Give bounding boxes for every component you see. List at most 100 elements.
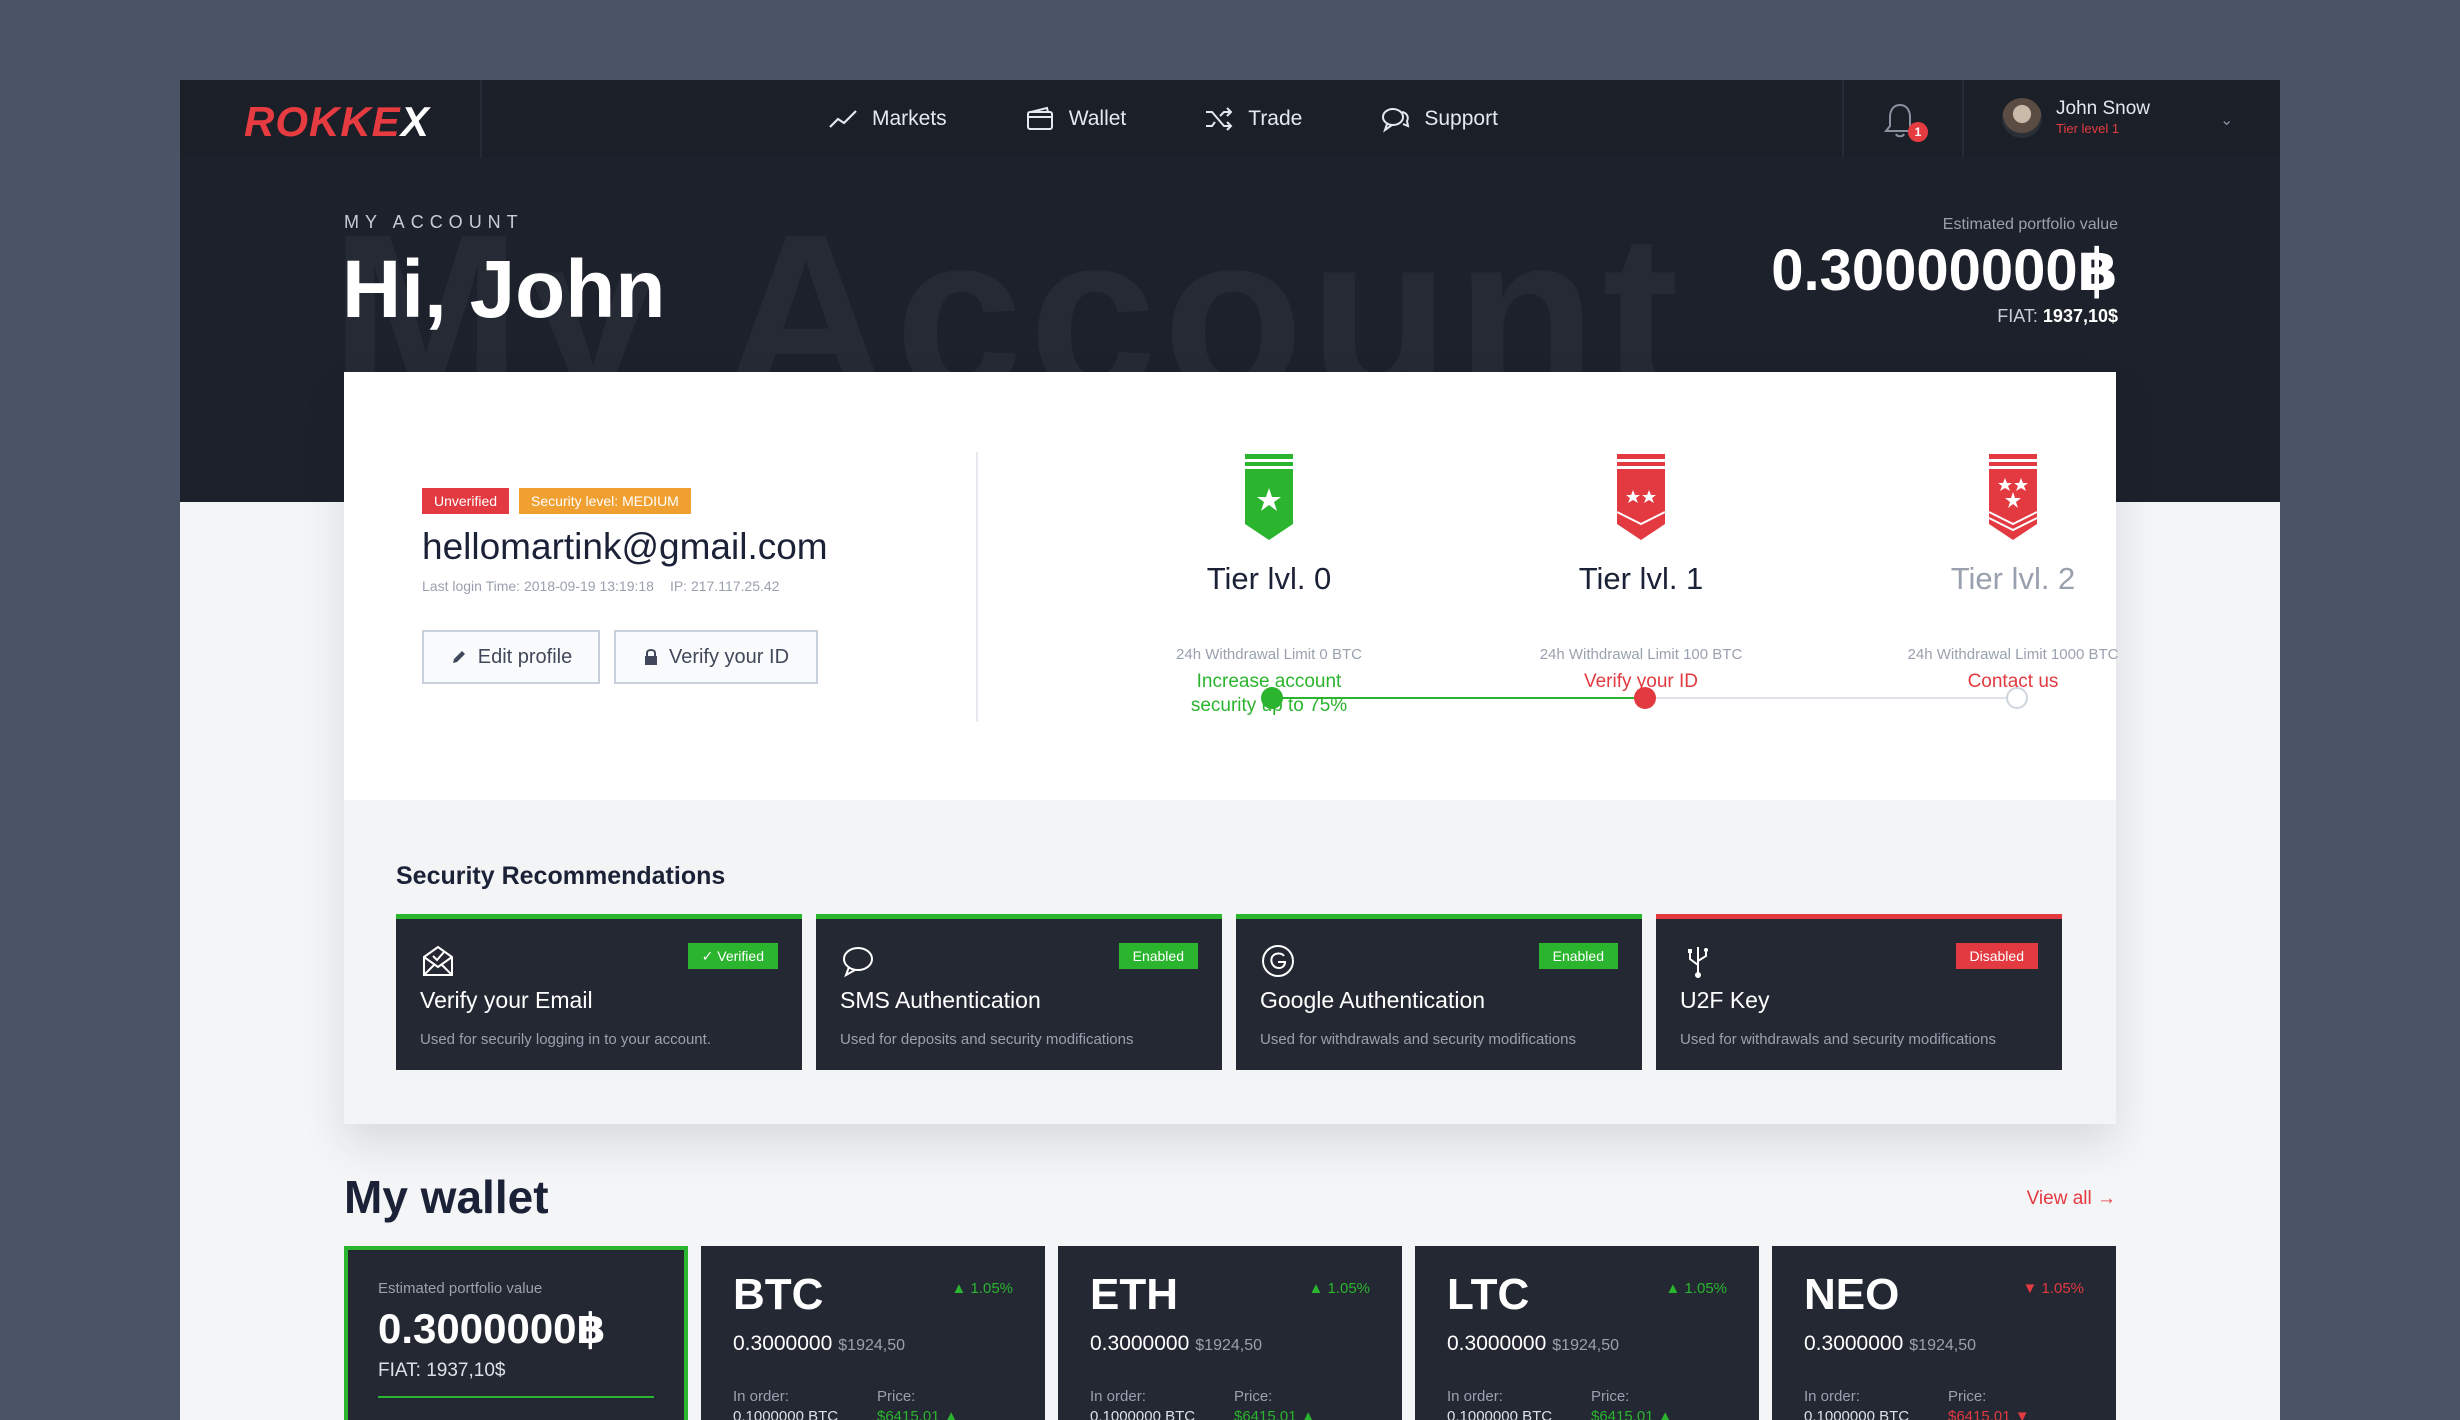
in-order-value: 0.1000000 BTC xyxy=(1447,1408,1553,1420)
pencil-icon xyxy=(452,651,465,663)
app-frame: ROKKEX Markets Wallet Trade Support 1 Jo… xyxy=(180,80,2280,1420)
coin-balance: 0.3000000 xyxy=(1090,1332,1190,1355)
envelope-icon xyxy=(423,945,453,976)
tier-1-dot xyxy=(1634,687,1656,709)
last-login: Last login Time: 2018-09-19 13:19:18 xyxy=(422,578,654,594)
chat-bubbles-icon xyxy=(1382,108,1410,133)
nav-item-markets[interactable]: Markets xyxy=(828,105,947,133)
coin-balance-line: 0.3000000 $1924,50 xyxy=(733,1332,905,1356)
wallet-coin-card[interactable]: LTC ▲ 1.05% 0.3000000 $1924,50 In order: … xyxy=(1415,1246,1759,1420)
portfolio-label: Estimated portfolio value xyxy=(1942,216,2118,233)
nav-item-support[interactable]: Support xyxy=(1380,105,1498,133)
usb-icon xyxy=(1688,947,1708,978)
wallet-coin-card[interactable]: ETH ▲ 1.05% 0.3000000 $1924,50 In order: … xyxy=(1058,1246,1402,1420)
security-card-email[interactable]: ✓ Verified Verify your Email Used for se… xyxy=(396,914,802,1070)
user-tier: Tier level 1 xyxy=(2056,121,2120,136)
verify-id-label: Verify your ID xyxy=(668,645,790,668)
nav-divider xyxy=(1842,80,1844,158)
security-level-badge: Security level: MEDIUM xyxy=(519,488,691,514)
lock-icon xyxy=(644,649,657,665)
coin-change: ▲ 1.05% xyxy=(1665,1280,1727,1297)
edit-profile-label: Edit profile xyxy=(477,645,573,668)
coin-change: ▲ 1.05% xyxy=(951,1280,1013,1297)
google-icon xyxy=(1262,945,1294,977)
status-badge: Enabled xyxy=(1538,943,1618,969)
security-card-title: SMS Authentication xyxy=(840,987,1041,1013)
fiat-value: 1937,10$ xyxy=(2042,306,2118,326)
security-card-desc: Used for withdrawals and security modifi… xyxy=(1680,1031,1996,1048)
nav-item-label: Wallet xyxy=(1068,107,1127,130)
logo[interactable]: ROKKEX xyxy=(244,98,430,146)
chevron-down-icon[interactable]: ⌄ xyxy=(2220,110,2233,130)
fiat-value: FIAT: 1937,10$ xyxy=(378,1360,506,1381)
portfolio-summary: Estimated portfolio value 0.30000000฿ FI… xyxy=(1771,216,2118,327)
edit-profile-button[interactable]: Edit profile xyxy=(422,630,600,684)
status-badge: Unverified xyxy=(422,488,510,514)
tier-progress-remaining xyxy=(1635,697,2007,699)
security-card-desc: Used for deposits and security modificat… xyxy=(840,1031,1134,1048)
in-order-label: In order: xyxy=(1090,1388,1146,1405)
tier-2: Tier lvl. 2 24h Withdrawal Limit 1000 BT… xyxy=(1853,454,2173,692)
wallet-coin-card[interactable]: NEO ▼ 1.05% 0.3000000 $1924,50 In order: … xyxy=(1772,1246,2116,1420)
tier-name: Tier lvl. 1 xyxy=(1578,561,1704,596)
security-card-title: Google Authentication xyxy=(1260,987,1486,1013)
in-order-value: 0.1000000 BTC xyxy=(1804,1408,1910,1420)
tier-progress-complete xyxy=(1280,697,1635,699)
coin-balance-line: 0.3000000 $1924,50 xyxy=(1090,1332,1262,1356)
status-badges: Unverified Security level: MEDIUM xyxy=(422,488,691,514)
fiat-value-line: FIAT: 1937,10$ xyxy=(1771,306,2118,327)
top-navigation: ROKKEX Markets Wallet Trade Support 1 Jo… xyxy=(180,80,2280,158)
coin-balance-line: 0.3000000 $1924,50 xyxy=(1447,1332,1619,1356)
account-email: hellomartink@gmail.com xyxy=(422,526,828,567)
in-order-label: In order: xyxy=(733,1388,789,1405)
coin-symbol: BTC xyxy=(733,1270,824,1319)
tier-limit: 24h Withdrawal Limit 1000 BTC xyxy=(1907,646,2119,663)
wallet-coin-card[interactable]: BTC ▲ 1.05% 0.3000000 $1924,50 In order: … xyxy=(701,1246,1045,1420)
logo-x: X xyxy=(400,98,430,145)
status-badge: Disabled xyxy=(1955,943,2038,969)
coin-balance: 0.3000000 xyxy=(1804,1332,1904,1355)
security-card-sms[interactable]: Enabled SMS Authentication Used for depo… xyxy=(816,914,1222,1070)
avatar xyxy=(2002,98,2042,138)
vertical-divider xyxy=(976,452,978,722)
price-label: Price: xyxy=(1591,1388,1630,1405)
verify-id-button[interactable]: Verify your ID xyxy=(614,630,818,684)
in-order-label: In order: xyxy=(1447,1388,1503,1405)
security-card-google[interactable]: Enabled Google Authentication Used for w… xyxy=(1236,914,1642,1070)
coin-change: ▼ 1.05% xyxy=(2022,1280,2084,1297)
nav-item-label: Support xyxy=(1424,107,1498,130)
tier-0: Tier lvl. 0 24h Withdrawal Limit 0 BTC I… xyxy=(1109,454,1429,716)
coin-balance: 0.3000000 xyxy=(733,1332,833,1355)
nav-item-wallet[interactable]: Wallet xyxy=(1025,105,1127,133)
price-value: $6415.01 ▲ xyxy=(1591,1408,1673,1420)
security-card-u2f[interactable]: Disabled U2F Key Used for withdrawals an… xyxy=(1656,914,2062,1070)
price-value: $6415.01 ▲ xyxy=(877,1408,959,1420)
message-icon xyxy=(843,947,873,978)
in-order-value: 0.1000000 BTC xyxy=(1090,1408,1196,1420)
status-badge: Enabled xyxy=(1118,943,1198,969)
coin-fiat: $1924,50 xyxy=(1195,1337,1263,1354)
shuffle-icon xyxy=(1206,107,1233,131)
nav-divider xyxy=(480,80,482,158)
view-all-link[interactable]: View all → xyxy=(2027,1188,2116,1210)
security-card-desc: Used for withdrawals and security modifi… xyxy=(1260,1031,1576,1048)
nav-item-trade[interactable]: Trade xyxy=(1204,105,1302,133)
price-value: $6415.01 ▼ xyxy=(1948,1408,2030,1420)
security-card-title: U2F Key xyxy=(1680,987,1770,1013)
coin-change: ▲ 1.05% xyxy=(1308,1280,1370,1297)
security-card-title: Verify your Email xyxy=(420,987,593,1013)
tier-name: Tier lvl. 2 xyxy=(1950,561,2076,596)
coin-balance-line: 0.3000000 $1924,50 xyxy=(1804,1332,1976,1356)
wallet-summary-card[interactable]: Estimated portfolio value 0.3000000฿ FIA… xyxy=(344,1246,688,1420)
tier-1: Tier lvl. 1 24h Withdrawal Limit 100 BTC… xyxy=(1481,454,1801,692)
wallet-icon xyxy=(1026,106,1053,130)
coin-symbol: LTC xyxy=(1447,1270,1530,1319)
coin-symbol: NEO xyxy=(1804,1270,1900,1319)
coin-symbol: ETH xyxy=(1090,1270,1178,1319)
coin-fiat: $1924,50 xyxy=(1552,1337,1620,1354)
tier-1-badge-icon xyxy=(1616,454,1666,540)
user-menu[interactable]: John Snow Tier level 1 xyxy=(2002,98,2150,138)
nav-links: Markets Wallet Trade Support xyxy=(828,80,1498,158)
portfolio-label: Estimated portfolio value xyxy=(378,1280,543,1297)
price-label: Price: xyxy=(877,1388,916,1405)
